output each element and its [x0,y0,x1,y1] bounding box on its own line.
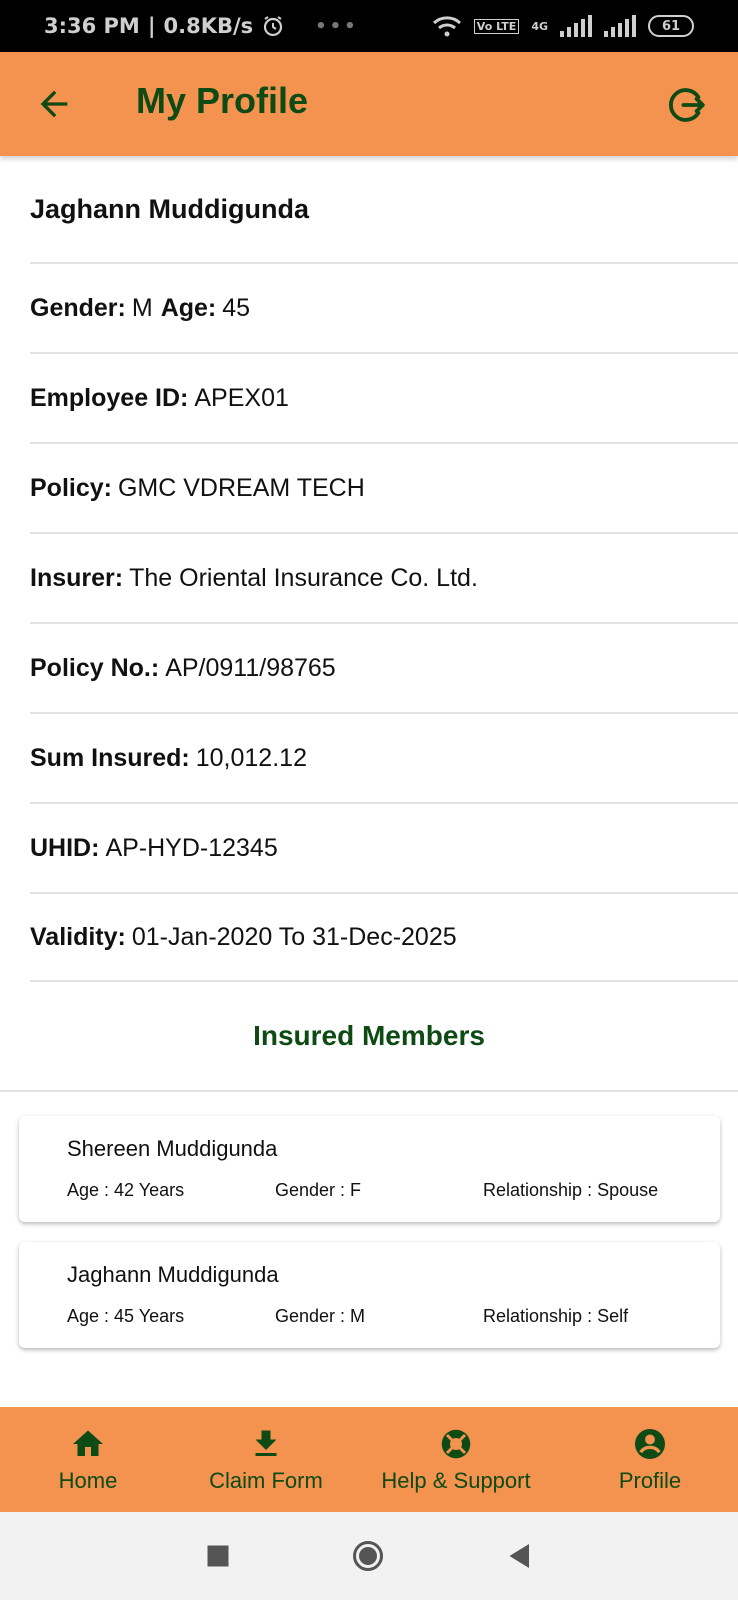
sum-insured-label: Sum Insured: [30,743,190,772]
insurer-label: Insurer: [30,563,124,592]
uhid-value: AP-HYD-12345 [105,833,278,862]
profile-details: Jaghann Muddigunda Gender: M Age: 45 Emp… [0,156,738,1092]
policy-no-label: Policy No.: [30,653,160,682]
nav-home[interactable]: Home [48,1407,128,1512]
insurer-value: The Oriental Insurance Co. Ltd. [129,563,478,592]
member-relationship: Relationship : Spouse [483,1180,659,1200]
age-value: 45 [222,293,251,322]
uhid-label: UHID: [30,833,100,862]
member-age: Age : 45 Years [67,1306,185,1326]
member-relationship: Relationship : Self [483,1306,629,1326]
gender-label: Gender: [30,293,126,322]
network-type: 4G [531,19,548,33]
recent-apps-icon[interactable] [200,1538,236,1574]
status-time: 3:36 PM [44,14,140,38]
nav-claim-form[interactable]: Claim Form [198,1407,334,1512]
validity-label: Validity: [30,922,126,951]
employee-id-row: Employee ID: APEX01 [30,352,738,442]
gender-value: M [131,293,153,322]
download-icon [255,1430,277,1456]
signal-icon-2 [604,15,636,37]
policy-no-row: Policy No.: AP/0911/98765 [30,622,738,712]
member-card[interactable]: Jaghann Muddigunda Age : 45 Years Gender… [19,1242,720,1348]
system-navigation-bar [0,1512,738,1600]
policy-label: Policy: [30,473,112,502]
member-name: Jaghann Muddigunda [67,1262,279,1287]
logout-icon[interactable] [666,84,708,126]
profile-name: Jaghann Muddigunda [30,193,309,224]
volte-badge: Vo LTE [473,18,520,34]
app-bar: My Profile [0,52,738,156]
nav-help-support-label: Help & Support [381,1467,531,1493]
more-notifications-icon: ••• [315,15,359,37]
age-label: Age: [160,293,217,322]
status-bar: 3:36 PM | 0.8KB/s ••• Vo LTE 4G 61 [0,0,738,52]
signal-icon [560,15,592,37]
alarm-icon [264,16,283,37]
member-name: Shereen Muddigunda [67,1136,278,1161]
gender-age-row: Gender: M Age: 45 [30,262,738,352]
validity-value: 01-Jan-2020 To 31-Dec-2025 [131,922,457,951]
policy-value: GMC VDREAM TECH [117,473,365,502]
page-title: My Profile [136,80,309,121]
sum-insured-value: 10,012.12 [195,743,307,772]
account-circle-icon [635,1428,665,1459]
nav-profile-label: Profile [618,1467,682,1493]
wifi-icon [432,16,461,37]
insurer-row: Insurer: The Oriental Insurance Co. Ltd. [30,532,738,622]
nav-claim-form-label: Claim Form [209,1467,323,1493]
policy-row: Policy: GMC VDREAM TECH [30,442,738,532]
insured-members-title: Insured Members [0,982,738,1092]
member-card[interactable]: Shereen Muddigunda Age : 42 Years Gender… [19,1116,720,1222]
uhid-row: UHID: AP-HYD-12345 [30,802,738,892]
status-speed: 0.8KB/s [163,14,254,38]
validity-row: Validity: 01-Jan-2020 To 31-Dec-2025 [30,892,738,982]
member-gender: Gender : F [275,1180,362,1200]
back-button-icon[interactable] [502,1538,538,1574]
sum-insured-row: Sum Insured: 10,012.12 [30,712,738,802]
support-icon [441,1429,471,1458]
back-arrow-icon[interactable] [34,84,74,124]
employee-id-label: Employee ID: [30,383,189,412]
nav-help-support[interactable]: Help & Support [374,1407,538,1512]
nav-home-label: Home [58,1467,118,1493]
home-button-icon[interactable] [350,1538,386,1574]
battery-icon: 61 [648,15,694,37]
nav-profile[interactable]: Profile [604,1407,696,1512]
policy-no-value: AP/0911/98765 [165,653,336,682]
bottom-navigation: Home Claim Form Help & Support Profile [0,1407,738,1512]
member-age: Age : 42 Years [67,1180,185,1200]
member-gender: Gender : M [275,1306,366,1326]
employee-id-value: APEX01 [194,383,289,412]
home-icon [73,1430,103,1456]
